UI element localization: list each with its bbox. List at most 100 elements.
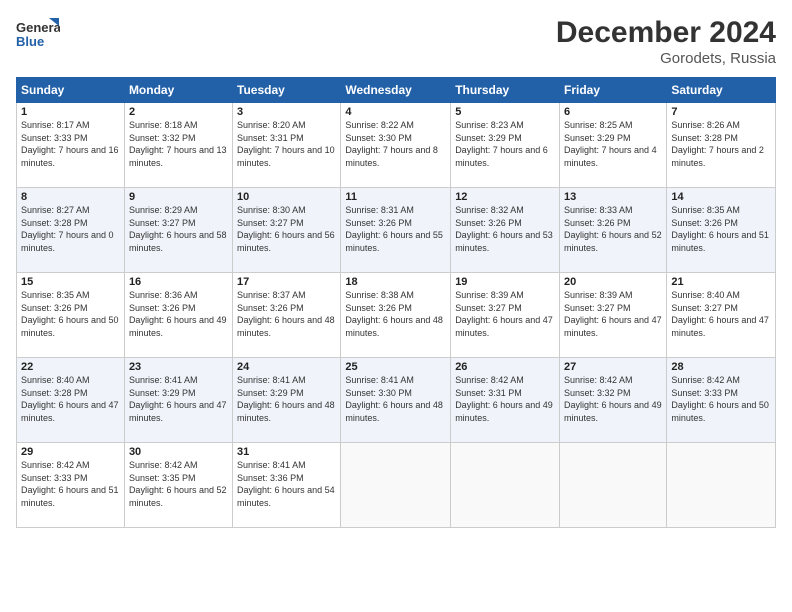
sunrise-label: Sunrise: 8:38 AM (345, 290, 414, 300)
day-info: Sunrise: 8:23 AM Sunset: 3:29 PM Dayligh… (455, 119, 555, 169)
sunrise-label: Sunrise: 8:39 AM (455, 290, 524, 300)
day-number: 16 (129, 276, 228, 288)
sunset-label: Sunset: 3:36 PM (237, 473, 304, 483)
sunset-label: Sunset: 3:30 PM (345, 133, 412, 143)
table-row: 19 Sunrise: 8:39 AM Sunset: 3:27 PM Dayl… (451, 273, 560, 358)
day-number: 15 (21, 276, 120, 288)
table-row: 23 Sunrise: 8:41 AM Sunset: 3:29 PM Dayl… (124, 358, 232, 443)
sunrise-label: Sunrise: 8:41 AM (345, 375, 414, 385)
sunset-label: Sunset: 3:26 PM (564, 218, 631, 228)
table-row: 25 Sunrise: 8:41 AM Sunset: 3:30 PM Dayl… (341, 358, 451, 443)
day-info: Sunrise: 8:35 AM Sunset: 3:26 PM Dayligh… (21, 289, 120, 339)
day-number: 23 (129, 361, 228, 373)
sunrise-label: Sunrise: 8:18 AM (129, 120, 198, 130)
daylight-label: Daylight: 6 hours and 48 minutes. (345, 315, 443, 338)
daylight-label: Daylight: 6 hours and 47 minutes. (564, 315, 662, 338)
day-number: 19 (455, 276, 555, 288)
day-info: Sunrise: 8:40 AM Sunset: 3:27 PM Dayligh… (671, 289, 771, 339)
table-row: 21 Sunrise: 8:40 AM Sunset: 3:27 PM Dayl… (667, 273, 776, 358)
day-number: 27 (564, 361, 662, 373)
daylight-label: Daylight: 7 hours and 0 minutes. (21, 230, 114, 253)
day-number: 1 (21, 106, 120, 118)
daylight-label: Daylight: 7 hours and 13 minutes. (129, 145, 227, 168)
table-row: 26 Sunrise: 8:42 AM Sunset: 3:31 PM Dayl… (451, 358, 560, 443)
day-number: 17 (237, 276, 336, 288)
table-row: 14 Sunrise: 8:35 AM Sunset: 3:26 PM Dayl… (667, 188, 776, 273)
sunrise-label: Sunrise: 8:22 AM (345, 120, 414, 130)
day-number: 14 (671, 191, 771, 203)
day-info: Sunrise: 8:35 AM Sunset: 3:26 PM Dayligh… (671, 204, 771, 254)
daylight-label: Daylight: 6 hours and 51 minutes. (21, 485, 119, 508)
sunset-label: Sunset: 3:27 PM (237, 218, 304, 228)
table-row: 31 Sunrise: 8:41 AM Sunset: 3:36 PM Dayl… (233, 443, 341, 528)
sunrise-label: Sunrise: 8:27 AM (21, 205, 90, 215)
col-saturday: Saturday (667, 78, 776, 103)
daylight-label: Daylight: 6 hours and 55 minutes. (345, 230, 443, 253)
sunset-label: Sunset: 3:27 PM (671, 303, 738, 313)
daylight-label: Daylight: 6 hours and 51 minutes. (671, 230, 769, 253)
sunset-label: Sunset: 3:27 PM (564, 303, 631, 313)
table-row: 15 Sunrise: 8:35 AM Sunset: 3:26 PM Dayl… (17, 273, 125, 358)
day-number: 20 (564, 276, 662, 288)
day-info: Sunrise: 8:22 AM Sunset: 3:30 PM Dayligh… (345, 119, 446, 169)
table-row: 11 Sunrise: 8:31 AM Sunset: 3:26 PM Dayl… (341, 188, 451, 273)
sunrise-label: Sunrise: 8:35 AM (671, 205, 740, 215)
day-info: Sunrise: 8:42 AM Sunset: 3:32 PM Dayligh… (564, 374, 662, 424)
day-info: Sunrise: 8:42 AM Sunset: 3:35 PM Dayligh… (129, 459, 228, 509)
table-row: 22 Sunrise: 8:40 AM Sunset: 3:28 PM Dayl… (17, 358, 125, 443)
title-block: December 2024 Gorodets, Russia (556, 16, 776, 67)
daylight-label: Daylight: 6 hours and 48 minutes. (237, 315, 335, 338)
sunset-label: Sunset: 3:26 PM (455, 218, 522, 228)
col-tuesday: Tuesday (233, 78, 341, 103)
table-row (451, 443, 560, 528)
table-row: 10 Sunrise: 8:30 AM Sunset: 3:27 PM Dayl… (233, 188, 341, 273)
sunset-label: Sunset: 3:32 PM (129, 133, 196, 143)
sunrise-label: Sunrise: 8:36 AM (129, 290, 198, 300)
col-sunday: Sunday (17, 78, 125, 103)
daylight-label: Daylight: 7 hours and 4 minutes. (564, 145, 657, 168)
sunrise-label: Sunrise: 8:29 AM (129, 205, 198, 215)
sunset-label: Sunset: 3:33 PM (671, 388, 738, 398)
daylight-label: Daylight: 6 hours and 53 minutes. (455, 230, 553, 253)
table-row: 29 Sunrise: 8:42 AM Sunset: 3:33 PM Dayl… (17, 443, 125, 528)
daylight-label: Daylight: 7 hours and 16 minutes. (21, 145, 119, 168)
table-row (341, 443, 451, 528)
daylight-label: Daylight: 6 hours and 48 minutes. (345, 400, 443, 423)
daylight-label: Daylight: 6 hours and 49 minutes. (455, 400, 553, 423)
sunrise-label: Sunrise: 8:26 AM (671, 120, 740, 130)
table-row: 1 Sunrise: 8:17 AM Sunset: 3:33 PM Dayli… (17, 103, 125, 188)
day-number: 2 (129, 106, 228, 118)
day-info: Sunrise: 8:42 AM Sunset: 3:33 PM Dayligh… (671, 374, 771, 424)
day-info: Sunrise: 8:20 AM Sunset: 3:31 PM Dayligh… (237, 119, 336, 169)
calendar-week-row: 15 Sunrise: 8:35 AM Sunset: 3:26 PM Dayl… (17, 273, 776, 358)
sunrise-label: Sunrise: 8:42 AM (455, 375, 524, 385)
daylight-label: Daylight: 6 hours and 47 minutes. (671, 315, 769, 338)
table-row: 30 Sunrise: 8:42 AM Sunset: 3:35 PM Dayl… (124, 443, 232, 528)
svg-text:General: General (16, 20, 60, 35)
header: General Blue December 2024 Gorodets, Rus… (16, 16, 776, 67)
sunrise-label: Sunrise: 8:40 AM (21, 375, 90, 385)
col-thursday: Thursday (451, 78, 560, 103)
daylight-label: Daylight: 7 hours and 10 minutes. (237, 145, 335, 168)
day-number: 3 (237, 106, 336, 118)
day-number: 21 (671, 276, 771, 288)
day-info: Sunrise: 8:41 AM Sunset: 3:36 PM Dayligh… (237, 459, 336, 509)
day-number: 5 (455, 106, 555, 118)
sunrise-label: Sunrise: 8:25 AM (564, 120, 633, 130)
sunrise-label: Sunrise: 8:32 AM (455, 205, 524, 215)
daylight-label: Daylight: 6 hours and 48 minutes. (237, 400, 335, 423)
day-number: 28 (671, 361, 771, 373)
table-row: 3 Sunrise: 8:20 AM Sunset: 3:31 PM Dayli… (233, 103, 341, 188)
sunrise-label: Sunrise: 8:37 AM (237, 290, 306, 300)
sunrise-label: Sunrise: 8:17 AM (21, 120, 90, 130)
daylight-label: Daylight: 6 hours and 47 minutes. (129, 400, 227, 423)
daylight-label: Daylight: 6 hours and 52 minutes. (129, 485, 227, 508)
day-number: 4 (345, 106, 446, 118)
day-info: Sunrise: 8:29 AM Sunset: 3:27 PM Dayligh… (129, 204, 228, 254)
day-number: 13 (564, 191, 662, 203)
day-info: Sunrise: 8:30 AM Sunset: 3:27 PM Dayligh… (237, 204, 336, 254)
day-number: 25 (345, 361, 446, 373)
sunset-label: Sunset: 3:27 PM (455, 303, 522, 313)
sunrise-label: Sunrise: 8:42 AM (671, 375, 740, 385)
sunset-label: Sunset: 3:33 PM (21, 133, 88, 143)
